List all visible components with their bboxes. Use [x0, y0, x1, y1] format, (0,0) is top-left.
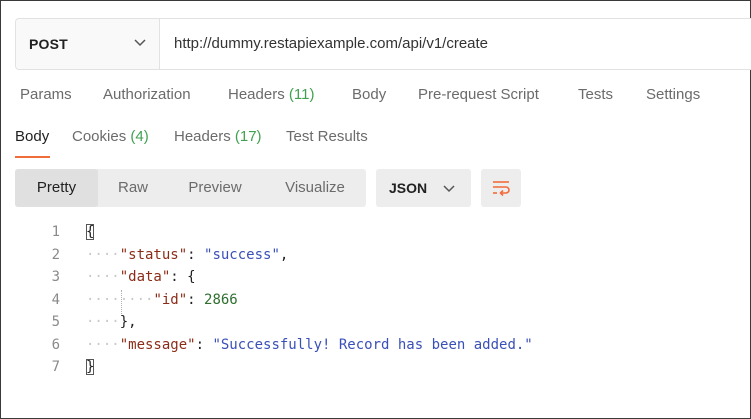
request-tabs: Params Authorization Headers (11) Body P… — [0, 86, 751, 110]
request-bar: POST http://dummy.restapiexample.com/api… — [15, 18, 751, 70]
json-key: "data" — [119, 269, 171, 285]
url-input[interactable]: http://dummy.restapiexample.com/api/v1/c… — [174, 35, 488, 52]
tab-label: Headers — [174, 128, 231, 145]
active-tab-indicator — [15, 156, 50, 158]
line-number: 4 — [51, 292, 60, 308]
code-line: 7 } — [0, 357, 751, 379]
tab-cookies[interactable]: Cookies (4) — [72, 128, 149, 145]
code-line: 1 { — [0, 222, 751, 244]
json-key: "message" — [119, 337, 196, 353]
view-mode-group: Pretty Raw Preview Visualize — [15, 169, 366, 207]
raw-button[interactable]: Raw — [98, 169, 168, 207]
tab-label: Body — [15, 128, 50, 145]
wrap-lines-button[interactable] — [481, 169, 521, 207]
line-number: 2 — [51, 247, 60, 263]
json-brace: } — [86, 359, 95, 375]
tab-label: Headers — [228, 86, 285, 103]
json-key: "status" — [119, 247, 188, 263]
tab-label: Settings — [646, 86, 701, 103]
tab-pre-request-script[interactable]: Pre-request Script — [418, 86, 539, 103]
method-select[interactable]: POST — [16, 19, 160, 69]
code-line: 5 ····}, — [0, 312, 751, 334]
wrap-lines-icon — [493, 181, 510, 197]
json-value: "success" — [204, 247, 280, 263]
line-number: 7 — [51, 359, 60, 375]
code-line: 4 ········"id": 2866 — [0, 290, 751, 312]
chevron-down-icon — [134, 39, 146, 47]
response-tabs: Body Cookies (4) Headers (17) Test Resul… — [0, 128, 751, 160]
code-line: 6 ····"message": "Successfully! Record h… — [0, 335, 751, 357]
tab-response-headers[interactable]: Headers (17) — [174, 128, 262, 145]
cookies-count: (4) — [130, 128, 149, 145]
tab-label: Tests — [578, 86, 614, 103]
json-key: "id" — [153, 292, 188, 308]
tab-label: Body — [352, 86, 387, 103]
line-number: 6 — [51, 337, 60, 353]
line-number: 1 — [51, 224, 60, 240]
tab-label: Pre-request Script — [418, 86, 539, 103]
json-brace: { — [86, 224, 95, 240]
preview-button[interactable]: Preview — [175, 169, 255, 207]
tab-label: Test Results — [286, 128, 368, 145]
tab-response-body[interactable]: Body — [15, 128, 49, 145]
line-number: 5 — [51, 314, 60, 330]
method-label: POST — [29, 36, 68, 52]
code-line: 2 ····"status": "success", — [0, 245, 751, 267]
chevron-down-icon — [443, 185, 455, 193]
tab-test-results[interactable]: Test Results — [286, 128, 368, 145]
tab-label: Cookies — [72, 128, 127, 145]
tab-settings[interactable]: Settings — [646, 86, 700, 103]
response-body-editor[interactable]: 1 { 2 ····"status": "success", 3 ····"da… — [0, 222, 751, 382]
json-value: 2866 — [204, 292, 238, 308]
code-line: 3 ····"data": { — [0, 267, 751, 289]
line-number: 3 — [51, 269, 60, 285]
json-brace: }, — [119, 314, 137, 330]
json-brace: { — [187, 269, 196, 285]
tab-label: Authorization — [103, 86, 191, 103]
format-label: JSON — [389, 180, 428, 196]
tab-headers[interactable]: Headers (11) — [228, 86, 314, 103]
tab-label: Params — [20, 86, 72, 103]
tab-tests[interactable]: Tests — [578, 86, 613, 103]
pretty-button[interactable]: Pretty — [15, 169, 98, 207]
headers-count: (11) — [288, 86, 315, 103]
indent-guide — [121, 290, 123, 314]
json-value: "Successfully! Record has been added." — [212, 337, 533, 353]
visualize-button[interactable]: Visualize — [272, 169, 358, 207]
tab-params[interactable]: Params — [20, 86, 72, 103]
tab-authorization[interactable]: Authorization — [103, 86, 191, 103]
tab-body[interactable]: Body — [352, 86, 386, 103]
format-select[interactable]: JSON — [376, 169, 471, 207]
response-headers-count: (17) — [234, 128, 262, 145]
